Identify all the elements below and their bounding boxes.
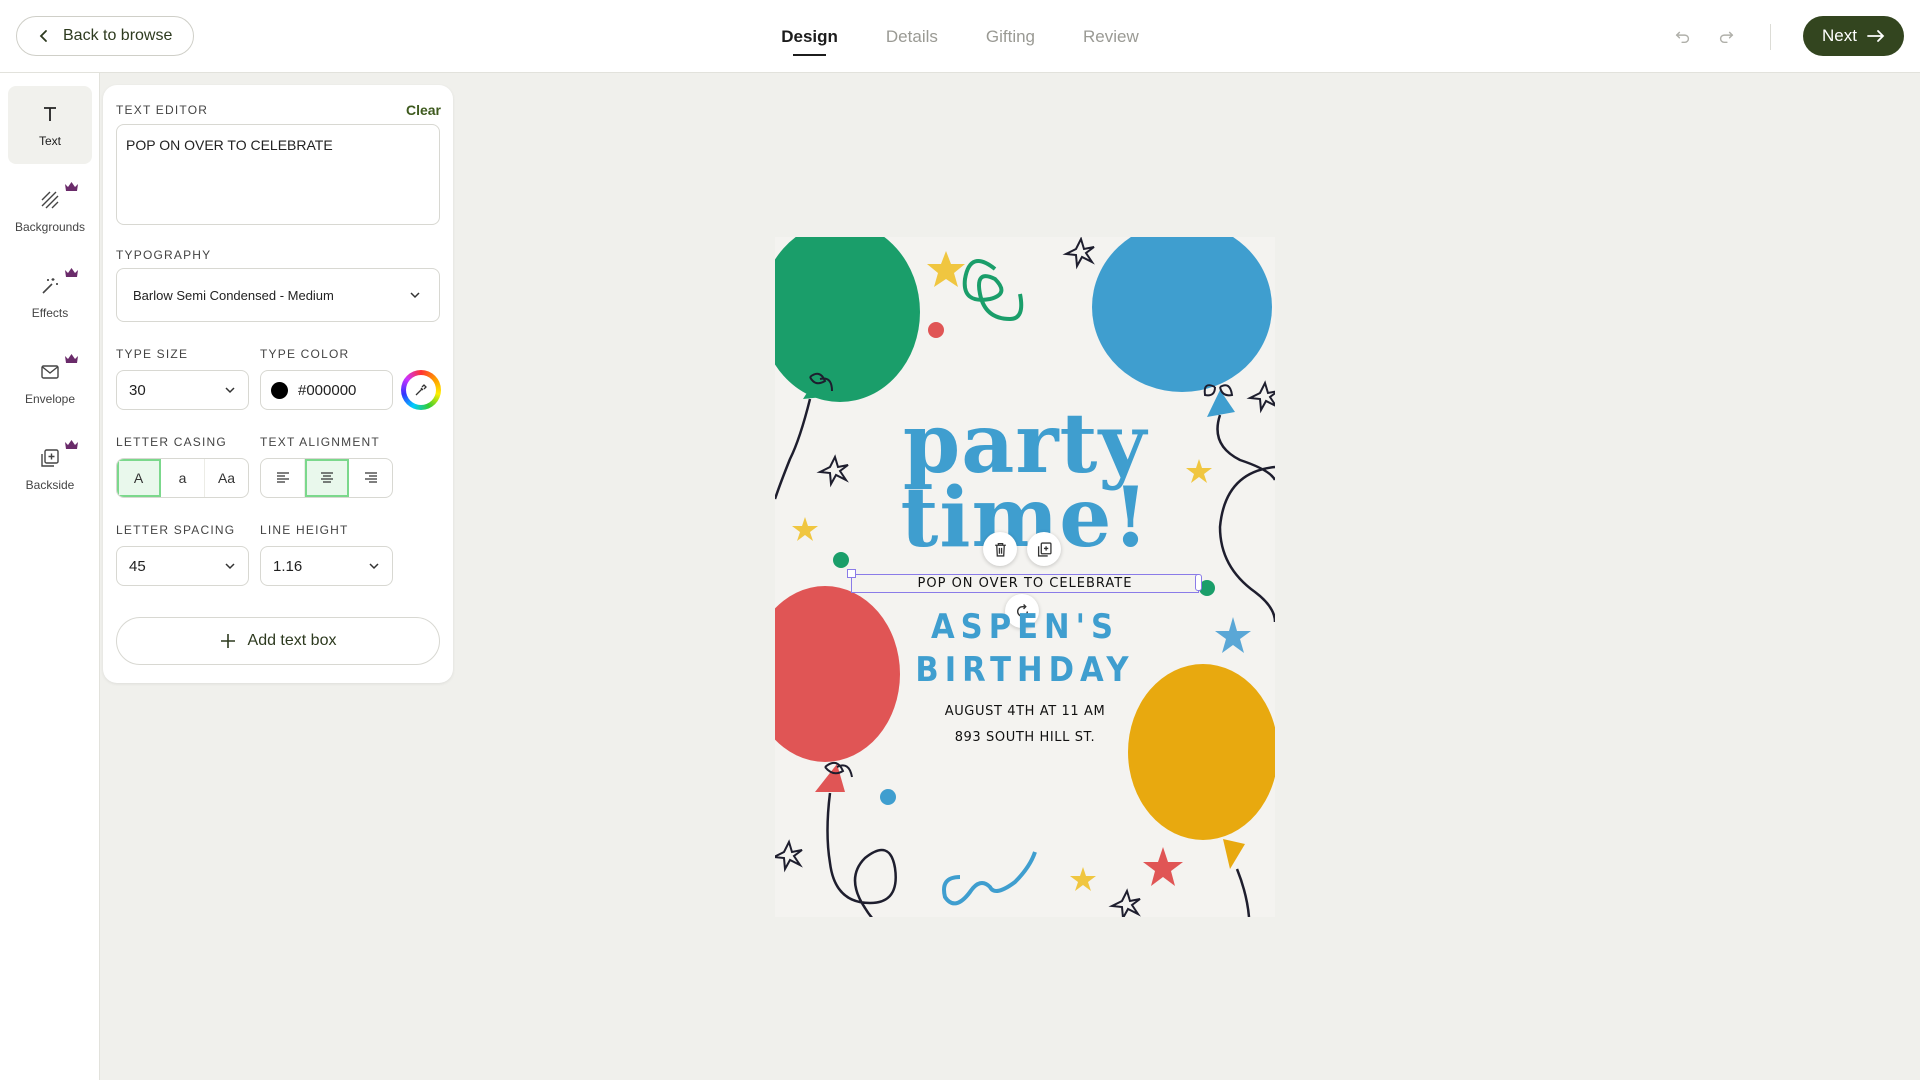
chevron-down-icon bbox=[410, 292, 420, 299]
step-tabs: Design Details Gifting Review bbox=[0, 0, 1920, 73]
text-icon bbox=[38, 102, 62, 126]
eyedropper-icon bbox=[415, 384, 427, 396]
next-button[interactable]: Next bbox=[1803, 16, 1904, 56]
chevron-down-icon bbox=[225, 387, 235, 394]
line-height-label: LINE HEIGHT bbox=[260, 523, 349, 537]
rail-item-backside[interactable]: Backside bbox=[8, 430, 92, 508]
next-label: Next bbox=[1822, 26, 1857, 45]
text-editor-input[interactable]: POP ON OVER TO CELEBRATE bbox=[116, 124, 440, 225]
green-balloon-icon bbox=[775, 237, 920, 402]
chevron-down-icon bbox=[369, 563, 379, 570]
letter-spacing-label: LETTER SPACING bbox=[116, 523, 236, 537]
crown-icon bbox=[65, 440, 78, 449]
backgrounds-icon bbox=[38, 188, 62, 212]
text-alignment-toggle bbox=[260, 458, 393, 498]
casing-uppercase[interactable]: A bbox=[117, 459, 161, 497]
crown-icon bbox=[65, 182, 78, 191]
add-text-box-button[interactable]: Add text box bbox=[116, 617, 440, 665]
tab-gifting[interactable]: Gifting bbox=[984, 27, 1037, 47]
headline-line-2[interactable]: time! bbox=[775, 477, 1275, 559]
rail-label-backgrounds: Backgrounds bbox=[14, 220, 86, 234]
crown-icon bbox=[65, 268, 78, 277]
rail-label-backside: Backside bbox=[25, 478, 75, 492]
text-alignment-label: TEXT ALIGNMENT bbox=[260, 435, 380, 449]
redo-icon[interactable] bbox=[1714, 24, 1738, 48]
text-editor-label: TEXT EDITOR bbox=[116, 103, 209, 117]
casing-titlecase[interactable]: Aa bbox=[205, 459, 248, 497]
invitation-card[interactable]: party time! POP ON OVER TO CELEBRATE ASP… bbox=[775, 237, 1275, 917]
tool-rail: Text Backgrounds Effects Envelope Backsi… bbox=[0, 73, 100, 1080]
top-bar: Back to browse Design Details Gifting Re… bbox=[0, 0, 1920, 73]
type-size-label: TYPE SIZE bbox=[116, 347, 189, 361]
rail-item-effects[interactable]: Effects bbox=[8, 258, 92, 336]
duplicate-icon[interactable] bbox=[1027, 532, 1061, 566]
clear-button[interactable]: Clear bbox=[406, 102, 441, 118]
font-value: Barlow Semi Condensed - Medium bbox=[133, 287, 334, 303]
envelope-icon bbox=[38, 360, 62, 384]
align-center-icon[interactable] bbox=[305, 459, 349, 497]
rail-item-envelope[interactable]: Envelope bbox=[8, 344, 92, 422]
casing-lowercase[interactable]: a bbox=[161, 459, 205, 497]
type-size-select[interactable]: 30 bbox=[116, 370, 249, 410]
name-line-1[interactable]: ASPEN'S bbox=[775, 607, 1275, 647]
rail-label-text: Text bbox=[38, 134, 61, 148]
undo-icon[interactable] bbox=[1671, 24, 1695, 48]
rail-item-text[interactable]: Text bbox=[8, 86, 92, 164]
tab-details[interactable]: Details bbox=[884, 27, 940, 47]
typography-label: TYPOGRAPHY bbox=[116, 248, 212, 262]
delete-icon[interactable] bbox=[983, 532, 1017, 566]
line-height-value: 1.16 bbox=[273, 557, 303, 575]
add-text-label: Add text box bbox=[247, 632, 337, 649]
type-size-value: 30 bbox=[129, 381, 146, 399]
plus-icon bbox=[220, 634, 235, 648]
align-right-icon[interactable] bbox=[349, 459, 392, 497]
type-color-value: #000000 bbox=[298, 381, 357, 399]
arrow-right-icon bbox=[1867, 30, 1885, 42]
crown-icon bbox=[65, 354, 78, 363]
backside-icon bbox=[38, 446, 62, 470]
selected-text-box[interactable]: POP ON OVER TO CELEBRATE bbox=[851, 574, 1199, 593]
tab-review[interactable]: Review bbox=[1081, 27, 1141, 47]
letter-spacing-value: 45 bbox=[129, 557, 146, 575]
detail-line-1[interactable]: AUGUST 4TH AT 11 AM bbox=[775, 704, 1275, 719]
toolbar-divider bbox=[1770, 24, 1771, 50]
rail-item-backgrounds[interactable]: Backgrounds bbox=[8, 172, 92, 250]
type-color-field[interactable]: #000000 bbox=[260, 370, 393, 410]
type-color-label: TYPE COLOR bbox=[260, 347, 350, 361]
yellow-balloon-icon bbox=[1128, 664, 1275, 840]
letter-spacing-select[interactable]: 45 bbox=[116, 546, 249, 586]
letter-casing-toggle: A a Aa bbox=[116, 458, 249, 498]
detail-line-2[interactable]: 893 SOUTH HILL ST. bbox=[775, 730, 1275, 745]
magic-wand-icon bbox=[38, 274, 62, 298]
rail-label-envelope: Envelope bbox=[24, 392, 76, 406]
color-picker-button[interactable] bbox=[401, 370, 441, 410]
line-height-select[interactable]: 1.16 bbox=[260, 546, 393, 586]
text-editor-panel: TEXT EDITOR Clear POP ON OVER TO CELEBRA… bbox=[103, 85, 453, 683]
chevron-down-icon bbox=[225, 563, 235, 570]
letter-casing-label: LETTER CASING bbox=[116, 435, 227, 449]
resize-handle[interactable] bbox=[847, 569, 856, 578]
align-left-icon[interactable] bbox=[261, 459, 305, 497]
resize-handle-right[interactable] bbox=[1195, 574, 1202, 591]
name-line-2[interactable]: BIRTHDAY bbox=[775, 650, 1275, 690]
blue-balloon-icon bbox=[1092, 237, 1272, 392]
tab-design[interactable]: Design bbox=[779, 27, 840, 56]
font-select[interactable]: Barlow Semi Condensed - Medium bbox=[116, 268, 440, 322]
rail-label-effects: Effects bbox=[31, 306, 69, 320]
color-swatch bbox=[271, 381, 288, 399]
